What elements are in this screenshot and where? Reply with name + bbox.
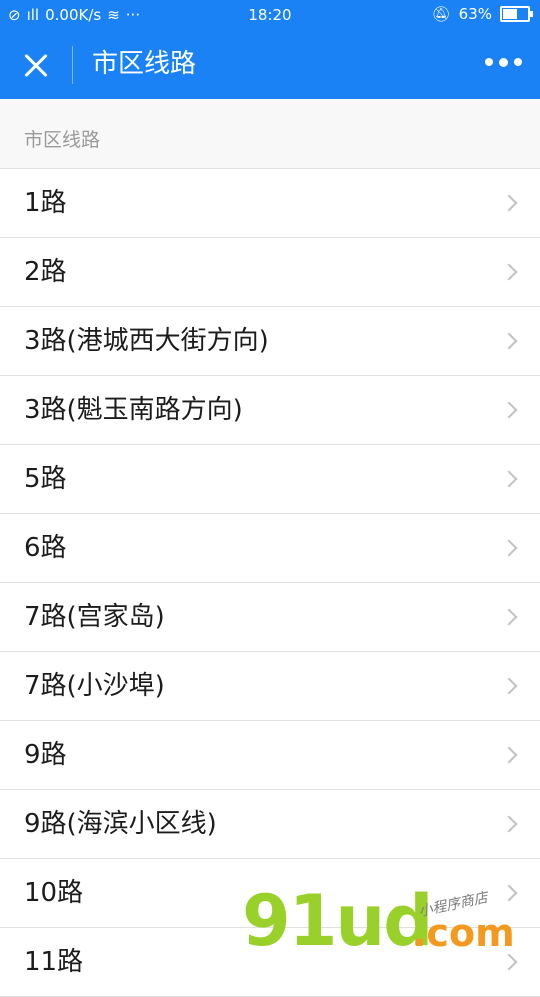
chevron-right-icon [500,746,518,764]
route-label: 3路(魁玉南路方向) [24,395,243,425]
route-label: 2路 [24,257,67,287]
route-item[interactable]: 6路 [0,514,540,583]
section-title: 市区线路 [24,129,101,151]
chevron-right-icon [500,401,518,419]
more-dot-icon [514,58,522,66]
route-item[interactable]: 3路(魁玉南路方向) [0,376,540,445]
chevron-right-icon [500,194,518,212]
battery-percent: 63% [458,5,492,23]
route-item[interactable]: 10路 [0,859,540,928]
section-header: 市区线路 [0,99,540,169]
close-button[interactable] [18,47,54,83]
route-item[interactable]: 7路(小沙埠) [0,652,540,721]
route-label: 9路 [24,740,67,770]
status-right: 🔕︎ 63% [431,5,533,23]
route-label: 7路(小沙埠) [24,671,165,701]
battery-icon [500,6,533,22]
route-list: 1路 2路 3路(港城西大街方向) 3路(魁玉南路方向) 5路 6路 7路(宫家… [0,169,540,997]
route-item[interactable]: 9路(海滨小区线) [0,790,540,859]
route-item[interactable]: 1路 [0,169,540,238]
route-label: 5路 [24,464,67,494]
route-item[interactable]: 2路 [0,238,540,307]
chevron-right-icon [500,677,518,695]
battery-fill [503,9,517,19]
chevron-right-icon [500,815,518,833]
chevron-right-icon [500,608,518,626]
nav-divider [72,46,73,84]
mute-icon: 🔕︎ [431,5,451,23]
nav-bar: 市区线路 [0,30,540,99]
route-item[interactable]: 5路 [0,445,540,514]
route-item[interactable]: 7路(宫家岛) [0,583,540,652]
route-label: 3路(港城西大街方向) [24,326,269,356]
chevron-right-icon [500,263,518,281]
more-dot-icon [485,58,493,66]
route-item[interactable]: 9路 [0,721,540,790]
route-label: 6路 [24,533,67,563]
route-label: 1路 [24,188,67,218]
route-label: 11路 [24,947,84,977]
route-item[interactable]: 3路(港城西大街方向) [0,307,540,376]
chevron-right-icon [500,884,518,902]
status-bar: ⊘ ıll 0.00K/s ≋ ··· 18:20 🔕︎ 63% [0,0,540,30]
more-options-button[interactable] [485,57,522,67]
route-label: 10路 [24,878,84,908]
route-item[interactable]: 11路 [0,928,540,997]
chevron-right-icon [500,470,518,488]
chevron-right-icon [500,953,518,971]
chevron-right-icon [500,539,518,557]
page-title: 市区线路 [92,49,197,79]
route-label: 9路(海滨小区线) [24,809,217,839]
route-label: 7路(宫家岛) [24,602,165,632]
chevron-right-icon [500,332,518,350]
more-dot-icon [499,57,508,67]
